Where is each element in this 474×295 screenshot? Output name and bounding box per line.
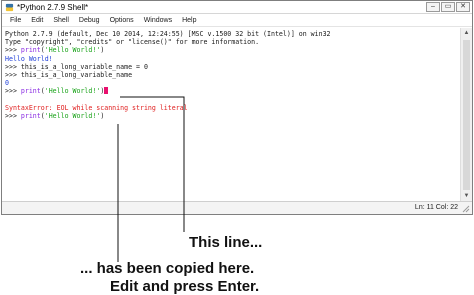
menu-file[interactable]: File: [5, 17, 26, 24]
menu-shell[interactable]: Shell: [48, 17, 74, 24]
minimize-button[interactable]: –: [426, 2, 440, 12]
annotation-copied-here: ... has been copied here.: [80, 260, 255, 277]
shell-text-segment: >>>: [5, 111, 21, 120]
title-bar[interactable]: *Python 2.7.9 Shell* – ▭ ✕: [2, 1, 472, 14]
menu-help[interactable]: Help: [177, 17, 201, 24]
shell-text-segment: >>> this_is_a_long_variable_name: [5, 70, 133, 79]
shell-line: >>> print('Hello World!'): [5, 87, 458, 95]
idle-shell-window: *Python 2.7.9 Shell* – ▭ ✕ File Edit She…: [1, 0, 473, 215]
shell-text-segment: 'Hello World!': [44, 46, 101, 55]
shell-text-segment: 'Hello World!': [44, 87, 101, 96]
annotation-edit-enter: Edit and press Enter.: [110, 278, 260, 295]
shell-text-segment: print: [20, 46, 41, 55]
shell-text-segment: 'Hello World!': [44, 111, 101, 120]
shell-line: 0: [5, 79, 458, 87]
shell-text-area[interactable]: Python 2.7.9 (default, Dec 10 2014, 12:2…: [2, 28, 461, 202]
scroll-thumb[interactable]: [463, 40, 470, 190]
maximize-button[interactable]: ▭: [441, 2, 455, 12]
menu-edit[interactable]: Edit: [26, 17, 48, 24]
shell-line: >>> this_is_a_long_variable_name: [5, 71, 458, 79]
cursor-position: Ln: 11 Col: 22: [414, 204, 458, 211]
shell-text-segment: ): [100, 111, 105, 120]
shell-line: >>> print('Hello World!'): [5, 46, 458, 54]
close-button[interactable]: ✕: [456, 2, 470, 12]
shell-text-segment: Hello World!: [5, 54, 53, 63]
text-cursor: [104, 87, 109, 95]
shell-text-segment: print: [20, 87, 41, 96]
annotation-this-line: This line...: [189, 234, 263, 251]
menu-bar: File Edit Shell Debug Options Windows He…: [2, 15, 472, 27]
shell-text-segment: >>>: [5, 87, 21, 96]
window-title: *Python 2.7.9 Shell*: [17, 2, 89, 12]
window-controls: – ▭ ✕: [426, 2, 470, 12]
shell-text-segment: print: [20, 111, 41, 120]
resize-grip-icon[interactable]: [461, 204, 470, 213]
menu-windows[interactable]: Windows: [139, 17, 177, 24]
shell-line: Python 2.7.9 (default, Dec 10 2014, 12:2…: [5, 30, 458, 38]
shell-line: >>> this_is_a_long_variable_name = 0: [5, 63, 458, 71]
shell-line: SyntaxError: EOL while scanning string l…: [5, 104, 458, 112]
menu-options[interactable]: Options: [105, 17, 139, 24]
shell-text-segment: 0: [5, 79, 9, 88]
shell-text-segment: Python 2.7.9 (default, Dec 10 2014, 12:2…: [5, 30, 331, 38]
shell-line: >>> print('Hello World!'): [5, 112, 458, 120]
python-app-icon: [5, 3, 14, 11]
shell-text-segment: >>> this_is_a_long_variable_name = 0: [5, 62, 148, 71]
shell-text-segment: SyntaxError: EOL while scanning string l…: [5, 103, 188, 112]
vertical-scrollbar[interactable]: ▲ ▼: [460, 28, 472, 202]
status-bar: Ln: 11 Col: 22: [2, 201, 472, 214]
scroll-up-icon[interactable]: ▲: [461, 28, 472, 39]
shell-line: Hello World!: [5, 55, 458, 63]
menu-debug[interactable]: Debug: [74, 17, 105, 24]
shell-text-segment: ): [100, 46, 105, 55]
shell-line: Type "copyright", "credits" or "license(…: [5, 38, 458, 46]
shell-text-segment: >>>: [5, 46, 21, 55]
shell-text-segment: Type "copyright", "credits" or "license(…: [5, 38, 260, 47]
